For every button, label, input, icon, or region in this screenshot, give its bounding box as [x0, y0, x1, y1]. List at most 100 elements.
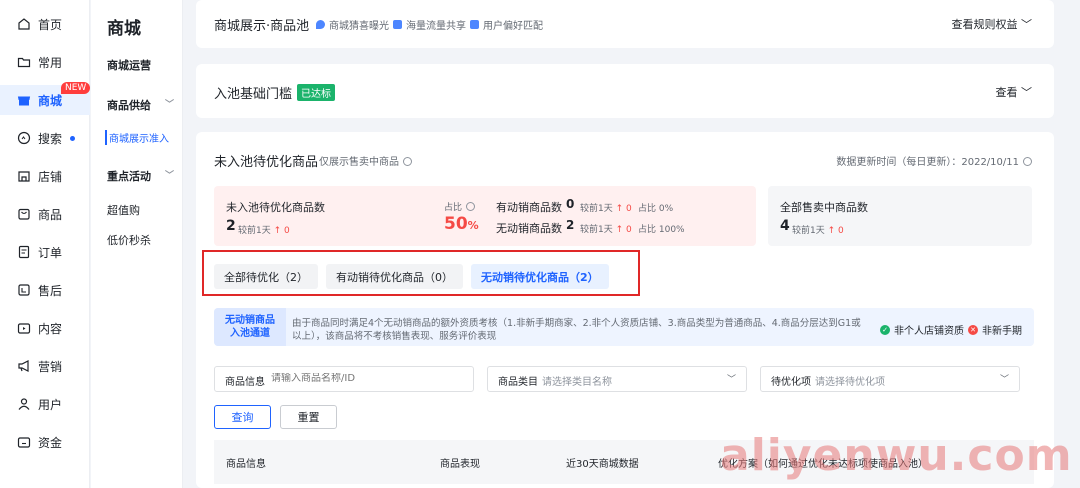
info-icon[interactable]	[1023, 157, 1032, 166]
nav-item-label: 资金	[38, 435, 63, 450]
notice-label: 无动销商品 入池通道	[214, 308, 286, 346]
tag-traffic: 海量流量共享	[393, 17, 466, 32]
compare-text: 较前1天	[580, 225, 613, 235]
stat-value: 2	[226, 218, 236, 234]
category-field[interactable]: 商品类目 请选择类目名称 ﹀	[487, 366, 747, 392]
ratio-value: 50%	[444, 214, 479, 234]
after-sale-icon	[16, 282, 32, 298]
view-rules-link[interactable]: 查看规则权益 ﹀	[952, 16, 1033, 32]
tag-label: 海量流量共享	[406, 21, 466, 32]
shop-icon	[16, 92, 32, 108]
notification-dot	[70, 135, 76, 141]
chevron-down-icon: ﹀	[165, 100, 175, 110]
column-header: 近30天商城数据	[566, 459, 639, 470]
nav-item-label: 商城	[38, 93, 63, 108]
inactive-ratio: 占比 100%	[638, 225, 685, 235]
folder-icon	[16, 54, 32, 70]
nav-item-label: 售后	[38, 283, 63, 298]
product-info-input[interactable]	[271, 373, 461, 384]
card-subtitle: 仅展示售卖中商品	[319, 153, 412, 168]
notice-label-line2: 入池通道	[230, 328, 270, 339]
menu-item-label: 低价秒杀	[107, 234, 151, 247]
nav-item-label: 常用	[38, 55, 63, 70]
wallet-icon	[16, 434, 32, 450]
menu-item-label: 重点活动	[107, 170, 151, 183]
inactive-label: 无动销商品数	[496, 222, 562, 235]
nav-item-label: 营销	[38, 359, 63, 374]
nav-item-funds[interactable]: 资金	[0, 427, 90, 457]
field-label: 商品信息	[225, 377, 265, 388]
optimize-item-field[interactable]: 待优化项 请选择待优化项 ﹀	[760, 366, 1020, 392]
nav-item-goods[interactable]: 商品	[0, 199, 90, 229]
menu-item-label: 商品供给	[107, 99, 151, 112]
menu-item-flash-sale[interactable]: 低价秒杀	[107, 232, 151, 248]
info-icon[interactable]	[466, 202, 476, 211]
check-icon: ✓	[880, 324, 890, 335]
view-link[interactable]: 查看 ﹀	[996, 84, 1033, 100]
optimize-item-placeholder: 请选择待优化项	[815, 377, 885, 388]
user-match-icon	[470, 20, 479, 29]
nav-item-orders[interactable]: 订单	[0, 237, 90, 267]
stat-label: 全部售卖中商品数	[780, 201, 868, 214]
inactive-compare: 较前1天 ↑ 0	[580, 222, 632, 235]
nav-item-content[interactable]: 内容	[0, 313, 90, 343]
nav-item-mall[interactable]: 商城 NEW	[0, 82, 91, 115]
menu-item-value-buy[interactable]: 超值购	[107, 202, 140, 218]
menu-item-supply[interactable]: 商品供给 ﹀	[107, 97, 174, 113]
nav-item-common[interactable]: 常用	[0, 47, 90, 77]
compare-text: 较前1天	[792, 226, 825, 236]
reset-button[interactable]: 重置	[280, 405, 337, 429]
nav-item-label: 用户	[38, 397, 63, 412]
traffic-icon	[393, 20, 402, 29]
inactive-count: 2	[566, 218, 575, 232]
nav-item-label: 搜索	[38, 131, 63, 146]
stat-value: 4	[780, 218, 790, 234]
home-icon	[16, 16, 32, 32]
query-button[interactable]: 查询	[214, 405, 271, 429]
delta-value: ↑ 0	[615, 204, 632, 214]
nav-item-marketing[interactable]: 营销	[0, 351, 90, 381]
active-count: 0	[566, 197, 575, 211]
qualification-label: 非个人店铺资质	[894, 326, 964, 337]
nav-item-label: 内容	[38, 321, 63, 336]
card-title: 商城展示·商品池	[214, 19, 310, 34]
nav-item-home[interactable]: 首页	[0, 9, 90, 39]
chevron-down-icon: ﹀	[165, 171, 175, 181]
watermark: aliyenwu.com	[720, 430, 1073, 481]
stat-compare: 较前1天 ↑ 0	[238, 223, 290, 236]
nav-item-aftersale[interactable]: 售后	[0, 275, 90, 305]
menu-item-mall-ops[interactable]: 商城运营	[107, 57, 151, 73]
nav-item-store[interactable]: 店铺	[0, 161, 90, 191]
tag-preference: 用户偏好匹配	[470, 17, 543, 32]
nav-item-label: 店铺	[38, 169, 63, 184]
product-info-field[interactable]: 商品信息	[214, 366, 474, 392]
user-icon	[16, 396, 32, 412]
menu-item-key-events[interactable]: 重点活动 ﹀	[107, 168, 174, 184]
delta-value: ↑ 0	[615, 225, 632, 235]
chevron-down-icon: ﹀	[1021, 18, 1032, 31]
nav-item-users[interactable]: 用户	[0, 389, 90, 419]
column-header: 商品信息	[226, 459, 266, 470]
product-pool-card: 商城展示·商品池 商城猜喜曝光 海量流量共享 用户偏好匹配 查看规则权益 ﹀	[196, 0, 1054, 48]
stat-label: 未入池待优化商品数	[226, 201, 325, 214]
chevron-down-icon: ﹀	[726, 375, 736, 385]
stat-compare: 较前1天 ↑ 0	[792, 223, 844, 236]
qualification-fail: ✕ 非新手期	[968, 322, 1022, 337]
secondary-menu: 商城 商城运营 商品供给 ﹀ 商城展示准入 重点活动 ﹀ 超值购 低价秒杀	[91, 0, 183, 488]
card-title: 入池基础门槛	[214, 87, 293, 102]
subtitle-text: 仅展示售卖中商品	[319, 157, 399, 168]
chevron-down-icon: ﹀	[1021, 86, 1032, 99]
nav-item-label: 商品	[38, 207, 63, 222]
ratio-unit: %	[467, 219, 479, 232]
active-label: 有动销商品数	[496, 201, 562, 214]
threshold-card: 入池基础门槛 已达标 查看 ﹀	[196, 64, 1054, 118]
menu-item-display-access[interactable]: 商城展示准入	[105, 130, 169, 145]
menu-item-label: 超值购	[107, 204, 140, 217]
nav-item-search[interactable]: 搜索	[0, 123, 90, 153]
delta-value: ↑ 0	[827, 226, 844, 236]
info-icon[interactable]	[403, 157, 412, 166]
column-header: 商品表现	[440, 459, 480, 470]
tag-guess-like: 商城猜喜曝光	[316, 17, 389, 32]
nav-item-label: 订单	[38, 245, 63, 260]
ratio-label-text: 占比	[444, 203, 463, 213]
